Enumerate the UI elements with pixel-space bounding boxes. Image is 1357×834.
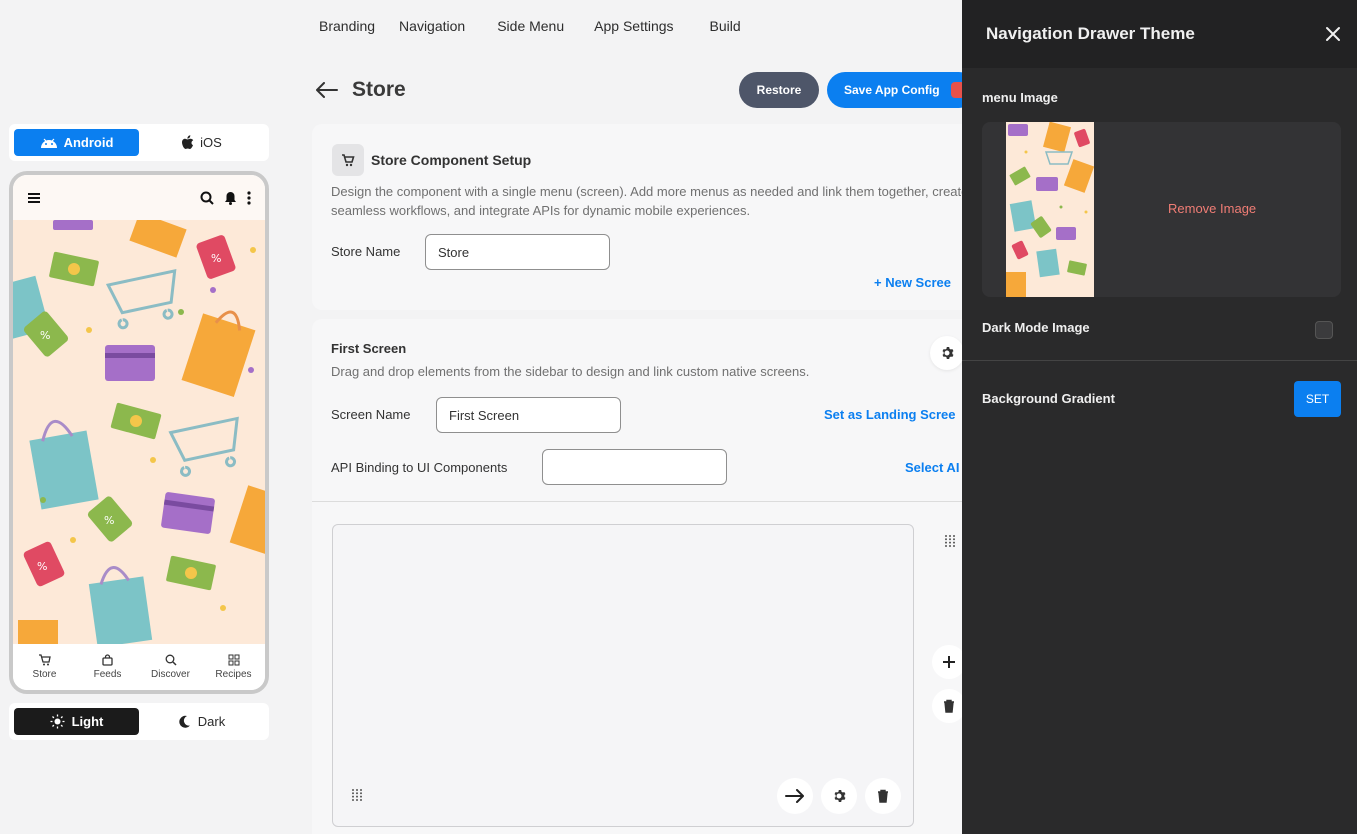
cart-icon <box>332 144 364 176</box>
canvas-delete-button[interactable] <box>865 778 901 814</box>
drag-handle-icon[interactable] <box>351 788 363 802</box>
screen-name-input[interactable]: First Screen <box>436 397 621 433</box>
new-screen-link[interactable]: + New Scree <box>874 275 951 290</box>
gear-icon <box>834 790 846 802</box>
nav-branding[interactable]: Branding <box>319 18 375 34</box>
top-nav: Branding Navigation Side Menu App Settin… <box>319 18 765 34</box>
search-zoom-icon <box>165 654 177 666</box>
svg-text:%: % <box>104 514 114 527</box>
dark-mode-image-label: Dark Mode Image <box>982 320 1090 335</box>
close-icon[interactable] <box>1325 26 1341 42</box>
phone-nav-feeds[interactable]: Feeds <box>76 644 139 690</box>
phone-nav-label: Feeds <box>93 669 122 680</box>
platform-toggle: Android iOS <box>9 124 269 161</box>
android-option[interactable]: Android <box>14 129 139 156</box>
svg-text:%: % <box>211 252 221 265</box>
drawer-divider <box>962 360 1357 361</box>
phone-nav-store[interactable]: Store <box>13 644 76 690</box>
phone-nav-discover[interactable]: Discover <box>139 644 202 690</box>
navigation-drawer-theme-panel: Navigation Drawer Theme menu Image Remov… <box>962 0 1357 834</box>
set-gradient-button[interactable]: SET <box>1294 381 1341 417</box>
save-label: Save App Config <box>844 83 940 97</box>
screen-title: First Screen <box>331 341 407 356</box>
phone-nav-label: Store <box>32 669 57 680</box>
more-vertical-icon[interactable] <box>247 190 251 205</box>
delete-screen-button[interactable] <box>932 689 966 723</box>
dark-label: Dark <box>197 714 226 729</box>
api-binding-label: API Binding to UI Components <box>331 460 508 475</box>
setup-description: Design the component with a single menu … <box>331 184 969 218</box>
remove-image-button[interactable]: Remove Image <box>1168 201 1256 216</box>
nav-build[interactable]: Build <box>710 18 741 34</box>
cart-icon <box>39 654 51 666</box>
svg-text:%: % <box>40 329 50 342</box>
screen-canvas[interactable] <box>332 524 914 827</box>
background-gradient-label: Background Gradient <box>982 391 1115 406</box>
screen-description: Drag and drop elements from the sidebar … <box>331 364 810 379</box>
save-app-config-button[interactable]: Save App Config <box>827 72 977 108</box>
screen-name-label: Screen Name <box>331 407 411 422</box>
grid-icon <box>228 654 239 666</box>
restore-button[interactable]: Restore <box>739 72 819 108</box>
dark-option[interactable]: Dark <box>139 708 264 735</box>
store-name-label: Store Name <box>331 244 401 259</box>
new-screen-label: New Scree <box>885 275 951 290</box>
phone-nav-recipes[interactable]: Recipes <box>202 644 265 690</box>
phone-preview: % % % % Store Feeds Discover Recipes <box>9 171 269 694</box>
gear-icon <box>942 347 954 359</box>
drawer-header: Navigation Drawer Theme <box>962 0 1357 68</box>
page-title: Store <box>352 78 406 101</box>
drawer-title: Navigation Drawer Theme <box>986 24 1195 43</box>
nav-navigation[interactable]: Navigation <box>399 18 465 34</box>
first-screen-card: First Screen Drag and drop elements from… <box>312 319 972 834</box>
select-api-link[interactable]: Select AI <box>905 460 959 475</box>
trash-icon <box>944 699 954 713</box>
android-icon <box>40 138 57 148</box>
menu-image-box: Remove Image <box>982 122 1341 297</box>
bag-icon <box>102 654 113 666</box>
nav-app-settings[interactable]: App Settings <box>594 18 673 34</box>
search-icon[interactable] <box>200 191 214 205</box>
add-element-button[interactable] <box>932 645 966 679</box>
theme-toggle: Light Dark <box>9 703 269 740</box>
plus-icon <box>943 656 955 668</box>
title-row: Store <box>316 76 406 104</box>
drawer-background-image: % % % % <box>13 220 265 644</box>
phone-nav-label: Discover <box>151 669 190 680</box>
screen-settings-button[interactable] <box>930 336 964 370</box>
dark-mode-image-checkbox[interactable] <box>1315 321 1333 339</box>
moon-icon <box>179 715 190 728</box>
hamburger-icon[interactable] <box>27 192 41 204</box>
apple-icon <box>182 135 194 149</box>
back-arrow-icon[interactable] <box>316 76 338 104</box>
set-landing-screen-link[interactable]: Set as Landing Scree <box>824 407 956 422</box>
store-setup-card: Store Component Setup Design the compone… <box>312 124 972 310</box>
svg-text:%: % <box>37 560 47 573</box>
plus-icon: + <box>874 275 886 290</box>
bell-icon[interactable] <box>224 191 237 205</box>
menu-image-thumbnail <box>1006 122 1094 297</box>
ios-label: iOS <box>200 135 222 150</box>
light-option[interactable]: Light <box>14 708 139 735</box>
canvas-settings-button[interactable] <box>821 778 857 814</box>
nav-side-menu[interactable]: Side Menu <box>497 18 564 34</box>
arrow-right-icon <box>785 789 804 803</box>
phone-nav-label: Recipes <box>215 669 252 680</box>
menu-image-label: menu Image <box>982 90 1058 105</box>
setup-title: Store Component Setup <box>371 152 532 168</box>
card-divider <box>312 501 972 502</box>
link-arrow-button[interactable] <box>777 778 813 814</box>
api-binding-input[interactable] <box>542 449 727 485</box>
sun-icon <box>50 714 65 729</box>
light-label: Light <box>71 714 104 729</box>
android-label: Android <box>63 135 114 150</box>
store-name-input[interactable]: Store <box>425 234 610 270</box>
ios-option[interactable]: iOS <box>139 129 264 156</box>
trash-icon <box>878 789 888 803</box>
phone-bottom-nav: Store Feeds Discover Recipes <box>13 644 265 690</box>
phone-app-bar <box>13 175 265 220</box>
drag-handle-icon[interactable] <box>944 534 956 548</box>
